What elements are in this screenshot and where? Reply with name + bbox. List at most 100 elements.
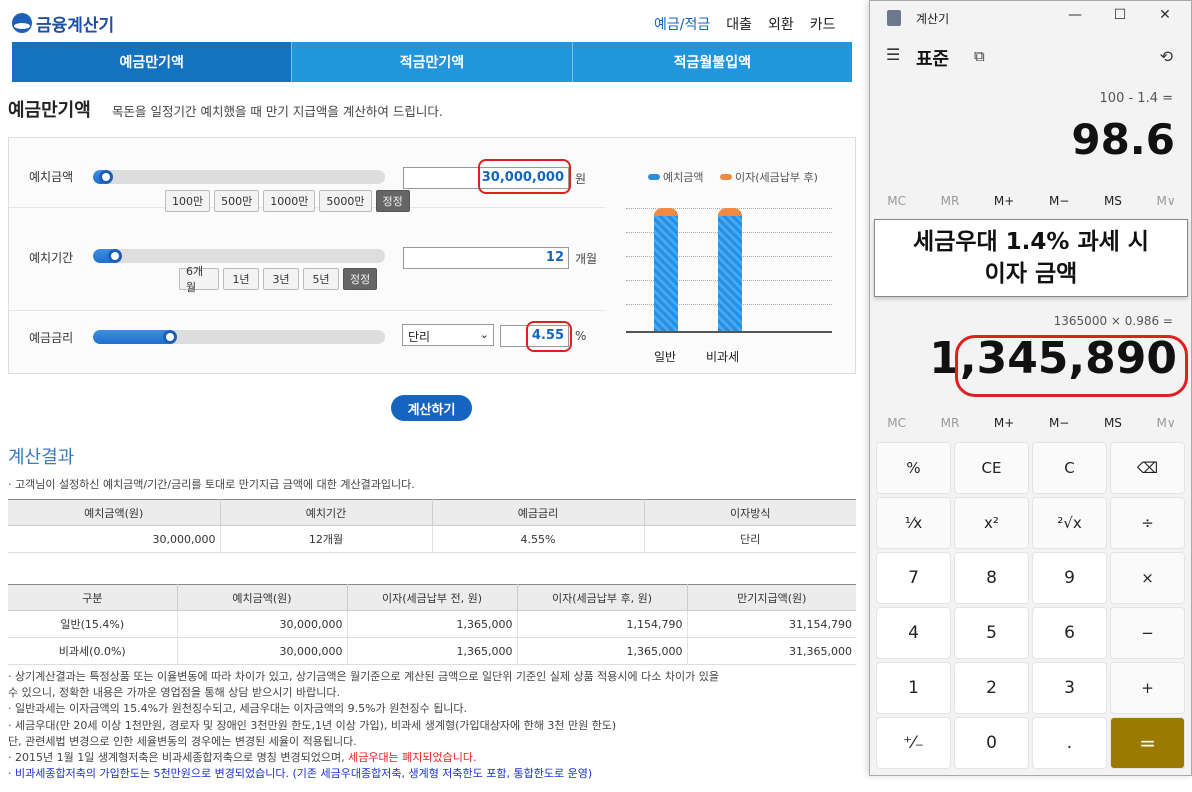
deposit-slider[interactable] [93,170,385,184]
key-n3[interactable]: 3 [1032,662,1107,714]
minimize-icon[interactable]: — [1060,7,1090,23]
deposit-100-button[interactable]: 100만 [165,190,211,212]
nav-forex[interactable]: 외환 [768,14,794,34]
note-line: · 세금우대(만 20세 이상 1천만원, 경로자 및 장애인 3천만원 한도,… [8,718,617,732]
legend-deposit: 예치금액 [648,169,703,185]
m-plus-button[interactable]: M+ [994,194,1014,208]
period-reset-button[interactable]: 정정 [343,268,378,290]
period-field[interactable]: 12 [403,247,569,269]
keypad: % CE C ⌫ ¹⁄x x² ²√x ÷ 7 8 9 × 4 5 6− 1 2 3 + ⁺⁄₋ 0. = [876,442,1188,769]
key-backspace[interactable]: ⌫ [1110,442,1185,494]
table-cell: 30,000,000 [8,525,221,553]
deposit-label: 예치금액 [29,170,74,184]
result-title: 계산결과 [8,447,75,468]
key-c[interactable]: C [1032,442,1107,494]
note-line: 단, 관련세법 변경으로 인한 세율변동의 경우에는 변경된 세율이 적용됩니다… [8,734,357,748]
period-1y-button[interactable]: 1년 [223,268,259,290]
rate-slider[interactable] [93,330,385,344]
legend-interest-swatch [720,174,732,180]
tab-savings-maturity[interactable]: 적금만기액 [292,42,573,82]
table-header-row: 구분 예치금액(원) 이자(세금납부 전, 원) 이자(세금납부 후, 원) 만… [8,584,856,611]
calculator-app-icon [887,10,901,26]
ms-button[interactable]: MS [1104,416,1122,430]
period-3y-button[interactable]: 3년 [263,268,299,290]
rate-slider-fill [93,330,173,344]
key-n1[interactable]: 1 [876,662,951,714]
period-slider-knob[interactable] [108,249,122,263]
bar-deposit-1 [718,214,742,331]
history-icon[interactable]: ⟲ [1160,47,1173,66]
maximize-icon[interactable]: ☐ [1105,7,1135,23]
key-div[interactable]: ÷ [1110,497,1185,549]
deposit-quick-buttons: 100만 500만 1000만 5000만 정정 [165,190,410,212]
key-sqrt[interactable]: ²√x [1032,497,1107,549]
memory-list-button[interactable]: M∨ [1157,416,1176,430]
calculator-title: 계산기 [916,12,950,26]
key-n4[interactable]: 4 [876,607,951,659]
key-negate[interactable]: ⁺⁄₋ [876,717,951,769]
key-plus[interactable]: + [1110,662,1185,714]
table-cell: 단리 [644,525,856,553]
deposit-slider-knob[interactable] [99,170,113,184]
summary-table: 예치금액(원) 예치기간 예금금리 이자방식 30,000,000 12개월 4… [8,499,856,553]
keep-on-top-icon[interactable]: ⧉ [974,47,985,65]
nav-card[interactable]: 카드 [810,14,836,34]
x-axis [626,331,832,333]
rate-slider-knob[interactable] [163,330,177,344]
key-n6[interactable]: 6 [1032,607,1107,659]
table-header: 예치금액(원) [8,499,221,526]
deposit-1000-button[interactable]: 1000만 [263,190,316,212]
calculator-window: 계산기 — ☐ ✕ ☰ 표준 ⧉ ⟲ 100 - 1.4 = 98.6 MC M… [869,0,1192,776]
key-n2[interactable]: 2 [954,662,1029,714]
ms-button[interactable]: MS [1104,194,1122,208]
deposit-500-button[interactable]: 500만 [214,190,260,212]
mc-button[interactable]: MC [887,416,906,430]
tab-deposit-maturity[interactable]: 예금만기액 [12,42,293,82]
key-mul[interactable]: × [1110,552,1185,604]
rate-row: 예금금리 4.55 % [9,311,605,375]
mr-button[interactable]: MR [941,416,960,430]
period-5y-button[interactable]: 5년 [303,268,339,290]
note-line: · 일반과세는 이자금액의 15.4%가 원천징수되고, 세금우대는 이자금액의… [8,702,468,716]
note-line: 수 있으니, 정확한 내용은 가까운 영업점을 통해 상담 받으시기 바랍니다. [8,686,340,700]
key-sq[interactable]: x² [954,497,1029,549]
m-minus-button[interactable]: M− [1049,416,1069,430]
period-slider[interactable] [93,249,385,263]
table-cell: 30,000,000 [177,610,348,638]
nav-loan[interactable]: 대출 [726,14,752,34]
close-icon[interactable]: ✕ [1150,7,1180,23]
logo[interactable]: 금융계산기 [12,12,114,36]
tab-savings-monthly[interactable]: 적금월불입액 [572,42,852,82]
table-cell: 일반(15.4%) [8,610,178,638]
key-n5[interactable]: 5 [954,607,1029,659]
interest-type-select[interactable]: 단리 ⌄ [402,324,494,346]
memory-list-button[interactable]: M∨ [1157,194,1176,208]
mr-button[interactable]: MR [941,194,960,208]
memory-row-2: MC MR M+ M− MS M∨ [870,416,1192,430]
table-header-row: 예치금액(원) 예치기간 예금금리 이자방식 [8,499,856,526]
period-6m-button[interactable]: 6개월 [179,265,219,294]
calculate-button[interactable]: 계산하기 [391,395,472,421]
key-n8[interactable]: 8 [954,552,1029,604]
key-n7[interactable]: 7 [876,552,951,604]
hamburger-menu-icon[interactable]: ☰ [886,45,900,64]
deposit-5000-button[interactable]: 5000만 [319,190,372,212]
key-recip[interactable]: ¹⁄x [876,497,951,549]
key-dot[interactable]: . [1032,717,1107,769]
bar-interest-0 [654,208,678,216]
key-minus[interactable]: − [1110,607,1185,659]
key-pct[interactable]: % [876,442,951,494]
mc-button[interactable]: MC [887,194,906,208]
nav-deposit-savings[interactable]: 예금/적금 [654,14,710,34]
m-plus-button[interactable]: M+ [994,416,1014,430]
key-equals[interactable]: = [1110,717,1185,769]
key-n0[interactable]: 0 [954,717,1029,769]
deposit-reset-button[interactable]: 정정 [375,190,410,212]
key-ce[interactable]: CE [954,442,1029,494]
chevron-down-icon: ⌄ [479,328,489,341]
result-table: 구분 예치금액(원) 이자(세금납부 전, 원) 이자(세금납부 후, 원) 만… [8,584,856,665]
table-cell: 31,365,000 [687,637,856,665]
m-minus-button[interactable]: M− [1049,194,1069,208]
key-n9[interactable]: 9 [1032,552,1107,604]
legend-deposit-label: 예치금액 [663,171,704,184]
